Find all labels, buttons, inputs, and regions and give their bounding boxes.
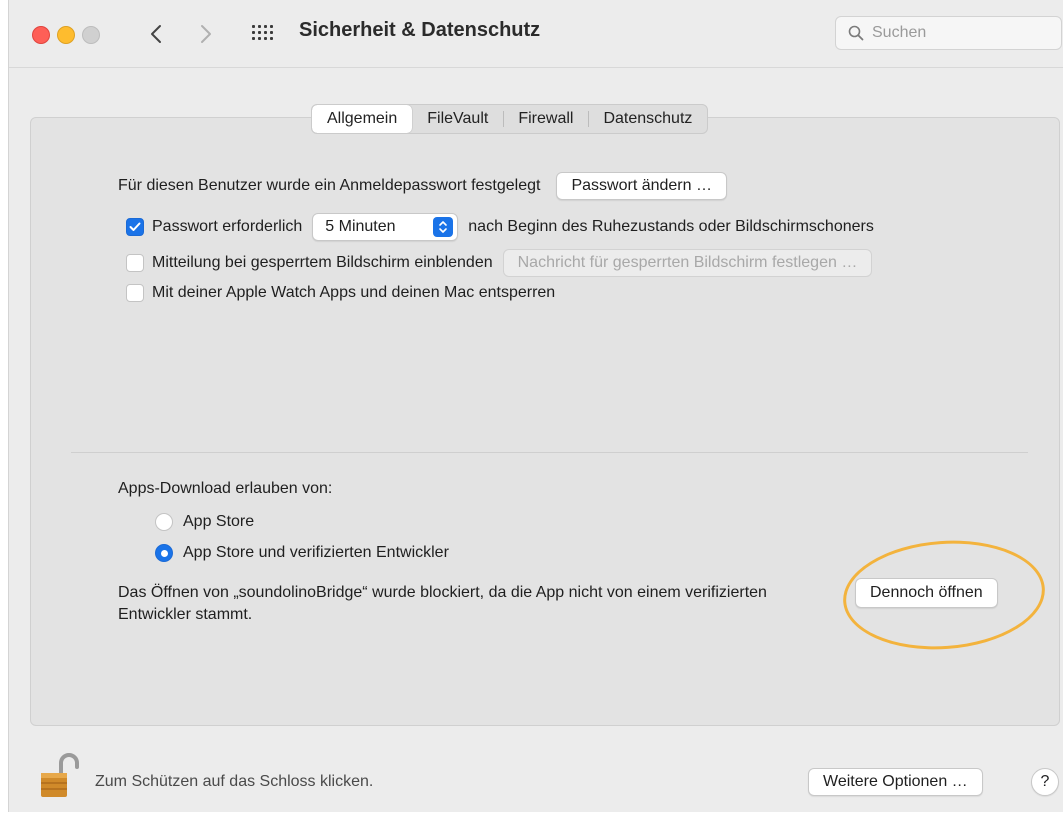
general-panel xyxy=(30,117,1060,726)
search-input[interactable] xyxy=(872,24,1042,42)
popup-arrows-icon xyxy=(433,217,454,237)
require-password-suffix: nach Beginn des Ruhezustands oder Bildsc… xyxy=(468,218,874,235)
tab-firewall[interactable]: Firewall xyxy=(503,105,588,133)
lock-hint-text: Zum Schützen auf das Schloss klicken. xyxy=(95,773,374,790)
radio-app-store-verified[interactable] xyxy=(155,544,173,562)
tab-datenschutz[interactable]: Datenschutz xyxy=(588,105,707,133)
open-anyway-button[interactable]: Dennoch öffnen xyxy=(855,578,998,608)
blocked-app-message: Das Öffnen von „soundolinoBridge“ wurde … xyxy=(118,584,767,623)
tab-allgemein[interactable]: Allgemein xyxy=(312,105,413,133)
close-window-button[interactable] xyxy=(32,26,50,44)
password-delay-popup[interactable]: 5 Minuten xyxy=(312,213,459,241)
lock-icon[interactable] xyxy=(39,751,81,799)
section-divider xyxy=(71,452,1028,453)
radio-app-store[interactable] xyxy=(155,513,173,531)
downloads-heading: Apps-Download erlauben von: xyxy=(118,480,333,497)
password-set-text: Für diesen Benutzer wurde ein Anmeldepas… xyxy=(118,177,541,194)
zoom-window-button[interactable] xyxy=(82,26,100,44)
more-options-button[interactable]: Weitere Optionen … xyxy=(808,768,983,796)
search-icon xyxy=(848,25,864,41)
tab-filevault[interactable]: FileVault xyxy=(412,105,503,133)
show-message-row: Mitteilung bei gesperrtem Bildschirm ein… xyxy=(126,249,873,277)
window-title: Sicherheit & Datenschutz xyxy=(299,19,541,41)
require-password-checkbox[interactable] xyxy=(126,218,144,236)
help-button[interactable]: ? xyxy=(1031,768,1059,796)
back-button[interactable] xyxy=(141,18,171,50)
set-lock-message-button[interactable]: Nachricht für gesperrten Bildschirm fest… xyxy=(502,249,873,277)
minimize-window-button[interactable] xyxy=(57,26,75,44)
change-password-button[interactable]: Passwort ändern … xyxy=(556,172,727,200)
radio-verified-label: App Store und verifizierten Entwickler xyxy=(183,544,449,561)
chevron-left-icon xyxy=(151,25,161,43)
require-password-row: Passwort erforderlich 5 Minuten nach Beg… xyxy=(126,213,874,241)
title-bar: Sicherheit & Datenschutz xyxy=(9,0,1063,68)
radio-app-store-label: App Store xyxy=(183,513,255,530)
radio-verified-row[interactable]: App Store und verifizierten Entwickler xyxy=(155,544,449,562)
password-row: Für diesen Benutzer wurde ein Anmeldepas… xyxy=(118,172,727,200)
forward-button[interactable] xyxy=(191,18,221,50)
radio-app-store-row[interactable]: App Store xyxy=(155,513,254,531)
apple-watch-row: Mit deiner Apple Watch Apps und deinen M… xyxy=(126,284,555,302)
show-all-grid-icon[interactable] xyxy=(252,25,274,43)
apple-watch-label: Mit deiner Apple Watch Apps und deinen M… xyxy=(152,284,556,301)
password-delay-value: 5 Minuten xyxy=(325,218,396,235)
checkmark-icon xyxy=(129,222,141,231)
require-password-label: Passwort erforderlich xyxy=(152,218,303,235)
preferences-window: Sicherheit & Datenschutz Allgemein FileV… xyxy=(8,0,1063,812)
search-field[interactable] xyxy=(835,16,1062,50)
chevron-right-icon xyxy=(201,25,211,43)
show-message-checkbox[interactable] xyxy=(126,254,144,272)
show-message-label: Mitteilung bei gesperrtem Bildschirm ein… xyxy=(152,254,493,271)
apple-watch-checkbox[interactable] xyxy=(126,284,144,302)
tab-bar: Allgemein FileVault Firewall Datenschutz xyxy=(311,104,709,134)
